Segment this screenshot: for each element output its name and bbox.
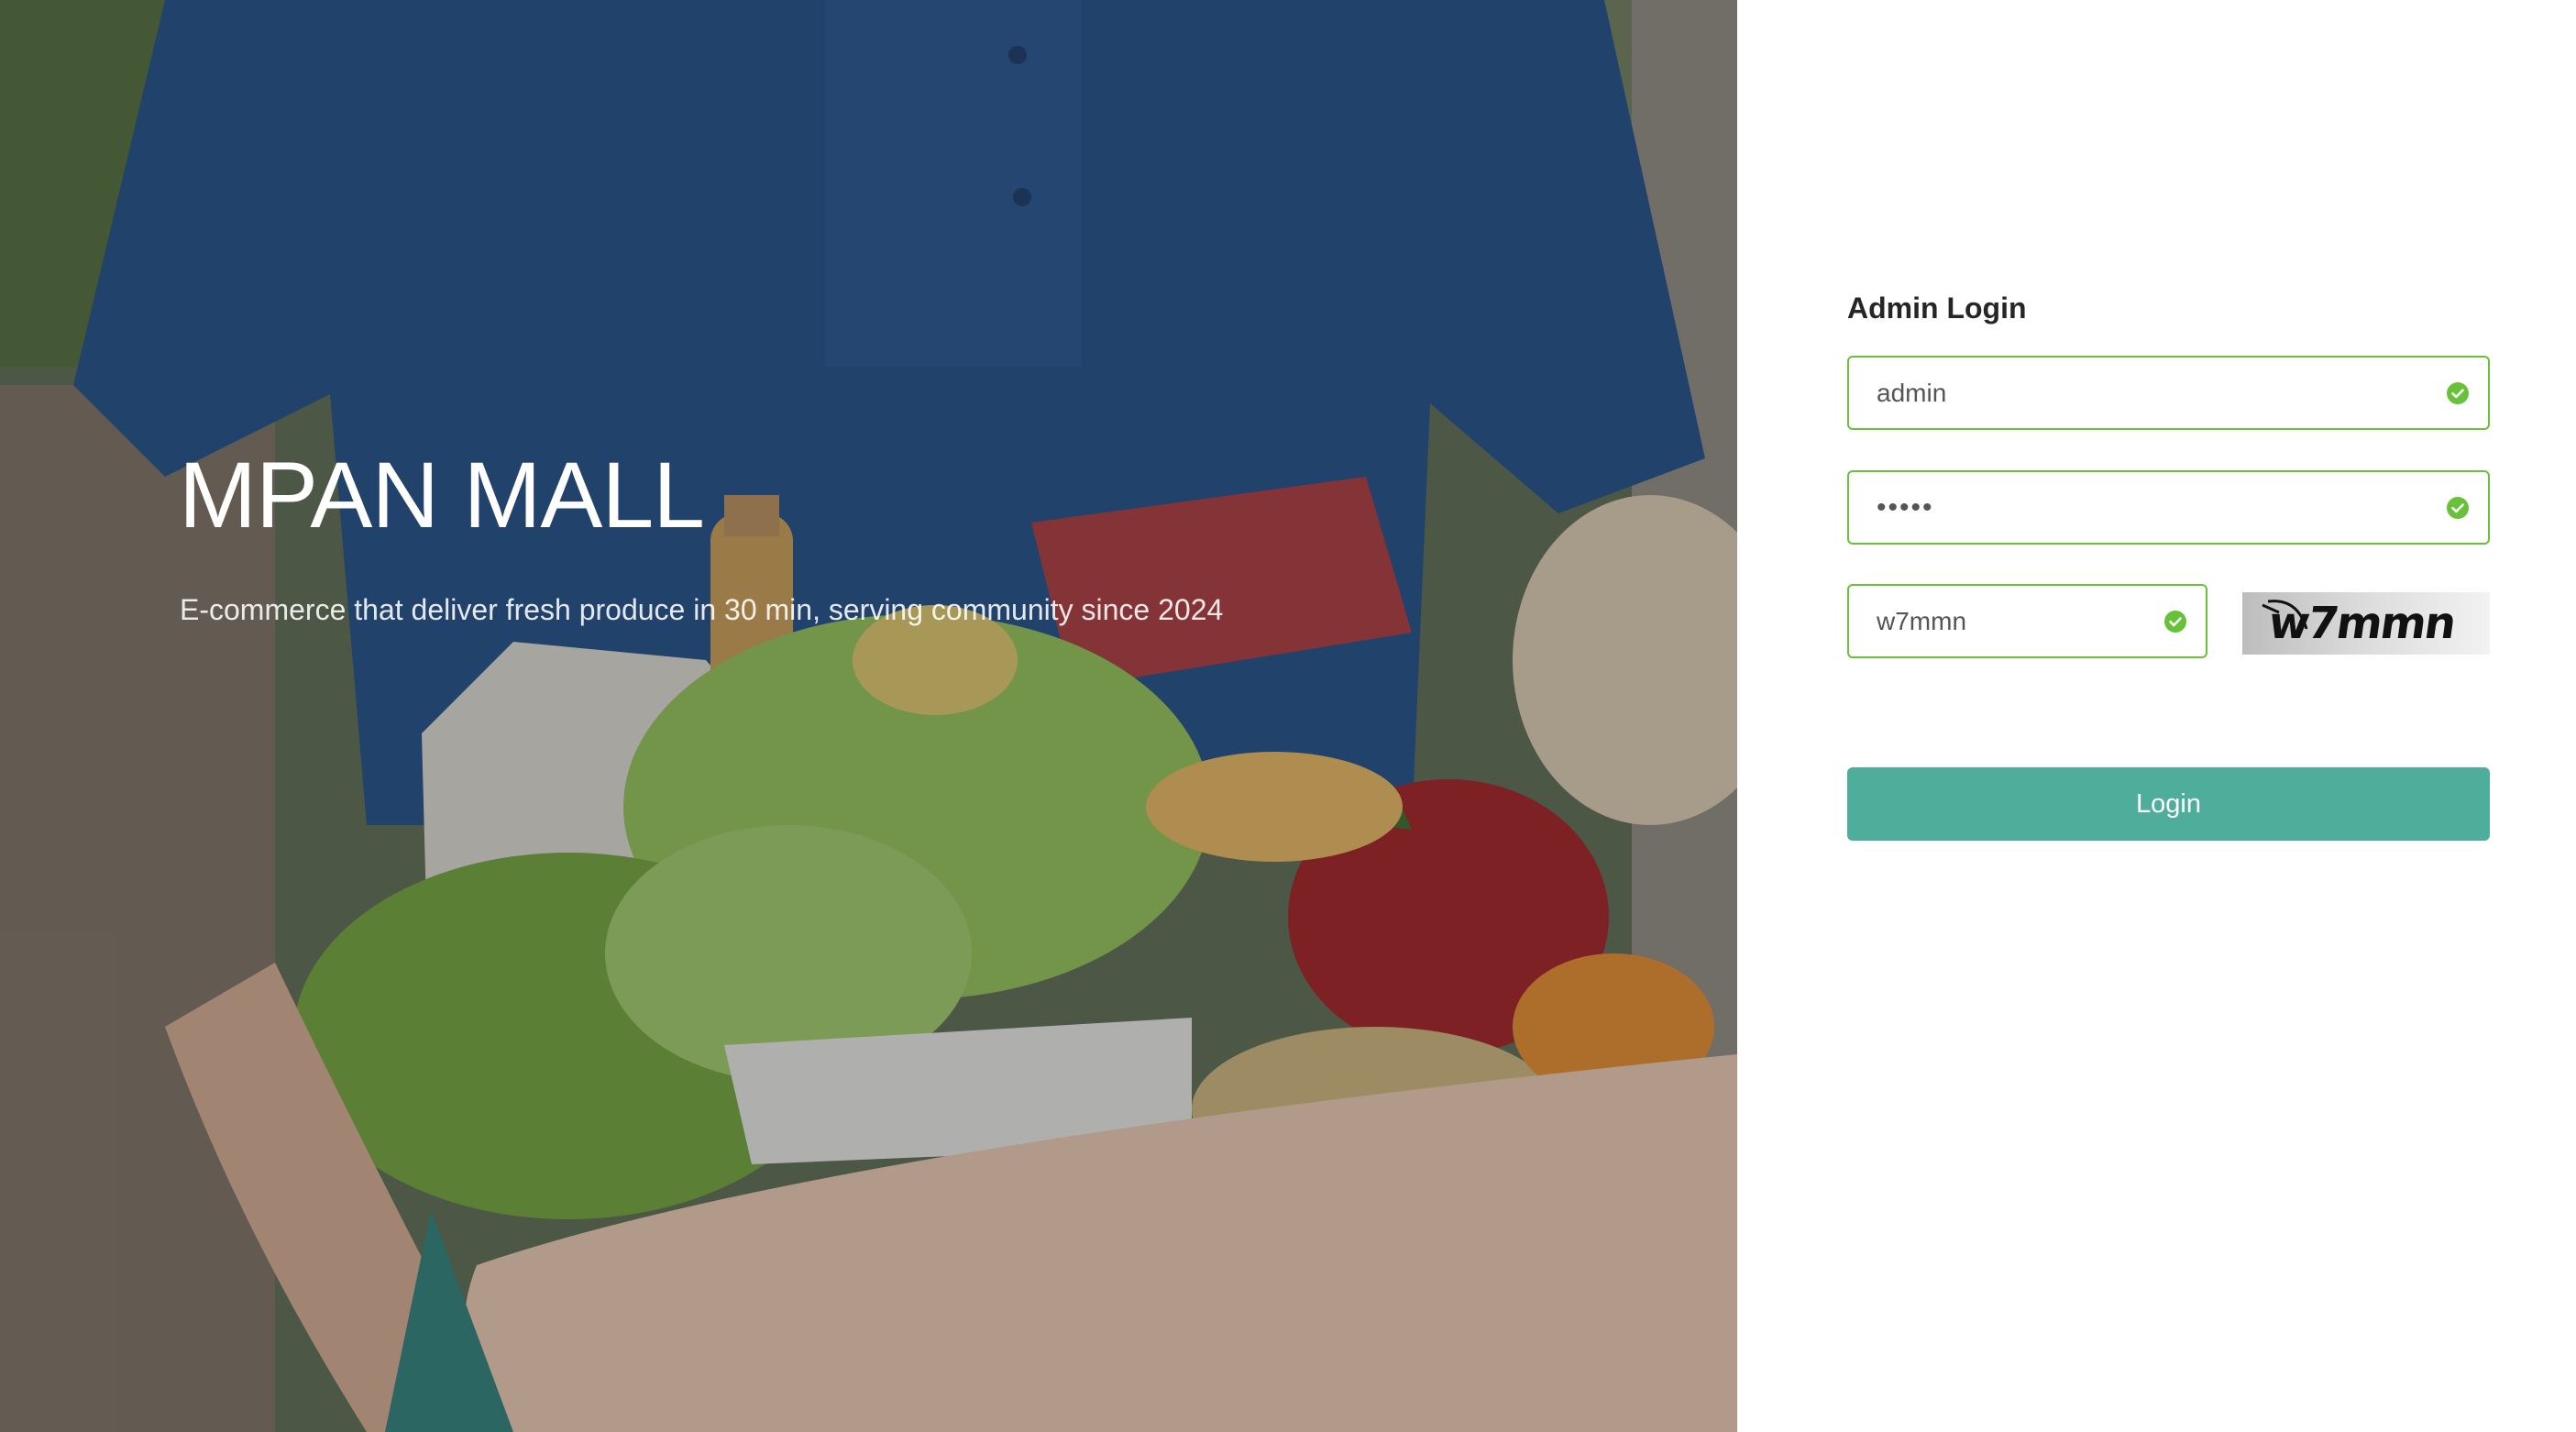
brand-tagline: E-commerce that deliver fresh produce in… — [180, 593, 1224, 626]
check-circle-icon — [2447, 381, 2469, 404]
captcha-image[interactable]: w7mmn — [2242, 592, 2490, 655]
login-panel: Admin Login w7mmn — [1737, 0, 2576, 1432]
password-input[interactable] — [1849, 472, 2488, 543]
captcha-input[interactable] — [1849, 586, 2206, 656]
hero-banner: MPAN MALL E-commerce that deliver fresh … — [0, 0, 1737, 1432]
brand-title: MPAN MALL — [179, 443, 705, 547]
captcha-text: w7mmn — [2265, 598, 2458, 649]
check-circle-icon — [2447, 496, 2469, 519]
captcha-field — [1847, 584, 2207, 658]
username-field — [1847, 356, 2490, 430]
login-heading: Admin Login — [1847, 292, 2027, 325]
login-button[interactable]: Login — [1847, 767, 2490, 841]
password-field — [1847, 470, 2490, 545]
hero-overlay — [0, 0, 1737, 1432]
check-circle-icon — [2164, 610, 2186, 633]
username-input[interactable] — [1849, 358, 2488, 428]
